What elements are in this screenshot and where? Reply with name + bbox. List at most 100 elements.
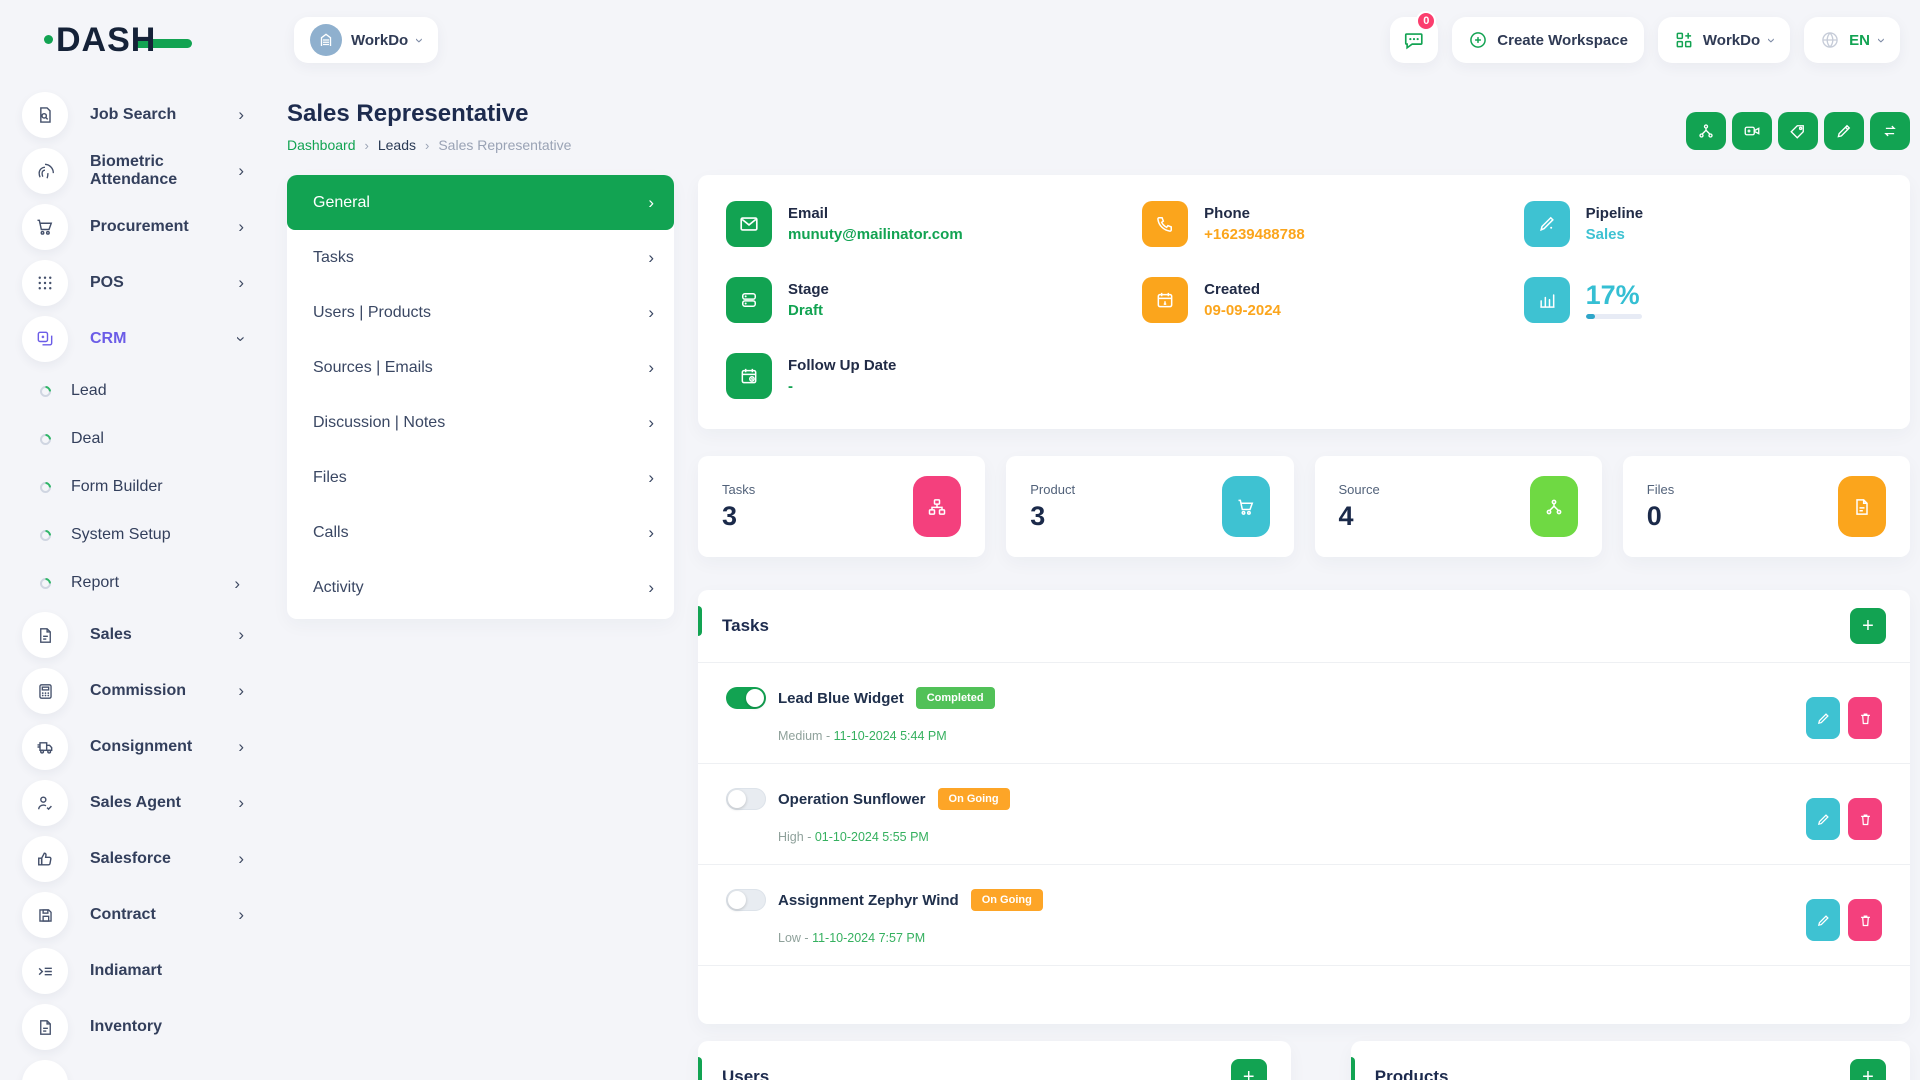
ring-icon (38, 384, 54, 400)
sidebar-subitem-system-setup[interactable]: System Setup (22, 516, 270, 555)
chevron-right-icon: › (648, 578, 654, 598)
lead-progress-bar (1586, 314, 1642, 319)
edit-task-button[interactable] (1806, 697, 1840, 739)
sidebar-item-procurement[interactable]: Procurement › (22, 204, 270, 250)
task-priority: High (778, 830, 804, 844)
task-name: Assignment Zephyr Wind (778, 892, 959, 909)
sidebar-item-inventory[interactable]: Inventory (22, 1004, 270, 1050)
lead-progress-value: 17% (1586, 282, 1642, 309)
field-created: Created 09-09-2024 (1142, 277, 1523, 323)
language-selector[interactable]: EN › (1804, 17, 1900, 63)
sidebar-item-label: Sales (90, 626, 132, 644)
tab-tasks[interactable]: Tasks › (287, 230, 674, 285)
sidebar-item-indiamart[interactable]: Indiamart (22, 948, 270, 994)
tasks-section: Tasks + Lead Blue Widget Completed Mediu… (698, 590, 1910, 1024)
field-value: - (788, 378, 896, 395)
messages-button[interactable]: 0 (1390, 17, 1438, 63)
field-progress: 17% (1524, 277, 1882, 323)
task-toggle[interactable] (726, 788, 766, 810)
sidebar-item-salesforce[interactable]: Salesforce › (22, 836, 270, 882)
tab-sources-emails[interactable]: Sources | Emails › (287, 340, 674, 395)
sidebar-item-commission[interactable]: Commission › (22, 668, 270, 714)
add-user-button[interactable]: + (1231, 1059, 1267, 1080)
workspace-menu-button[interactable]: WorkDo › (1658, 17, 1790, 63)
ring-icon (38, 576, 54, 592)
sidebar-item-consignment[interactable]: Consignment › (22, 724, 270, 770)
stat-label: Source (1339, 482, 1380, 497)
delete-task-button[interactable] (1848, 899, 1882, 941)
thumbs-up-icon (22, 836, 68, 882)
sidebar-item-sales-agent[interactable]: Sales Agent › (22, 780, 270, 826)
task-datetime: 11-10-2024 7:57 PM (812, 931, 925, 945)
task-toggle[interactable] (726, 889, 766, 911)
field-value: 09-09-2024 (1204, 302, 1281, 319)
sidebar-item-label: Job Search (90, 106, 176, 124)
stat-label: Files (1647, 482, 1674, 497)
video-call-button[interactable] (1732, 112, 1772, 150)
cart-icon (22, 204, 68, 250)
edit-button[interactable] (1824, 112, 1864, 150)
sidebar: Job Search › Biometric Attendance › Proc… (0, 80, 270, 1080)
task-datetime: 11-10-2024 5:44 PM (834, 729, 947, 743)
calendar-icon (1142, 277, 1188, 323)
sidebar-item-biometric-attendance[interactable]: Biometric Attendance › (22, 148, 270, 194)
sidebar-item-label: System Setup (71, 526, 171, 544)
add-task-button[interactable]: + (1850, 608, 1886, 644)
chevron-right-icon: › (648, 248, 654, 268)
chevron-right-icon: › (238, 105, 244, 125)
create-workspace-button[interactable]: Create Workspace (1452, 17, 1644, 63)
add-product-button[interactable]: + (1850, 1059, 1886, 1080)
sidebar-item-partial[interactable] (22, 1060, 270, 1080)
plus-icon: + (1243, 1066, 1255, 1080)
chevron-right-icon: › (648, 358, 654, 378)
chevron-right-icon: › (238, 161, 244, 181)
pen-icon (1524, 201, 1570, 247)
tab-activity[interactable]: Activity › (287, 560, 674, 615)
field-value: Sales (1586, 226, 1644, 243)
task-toggle[interactable] (726, 687, 766, 709)
edit-task-button[interactable] (1806, 798, 1840, 840)
sidebar-item-sales[interactable]: Sales › (22, 612, 270, 658)
sidebar-item-job-search[interactable]: Job Search › (22, 92, 270, 138)
breadcrumb-separator-icon: › (365, 138, 369, 153)
file-icon (22, 1060, 68, 1080)
breadcrumb-leads[interactable]: Leads (378, 137, 416, 153)
task-status-badge: On Going (971, 889, 1043, 911)
sidebar-item-contract[interactable]: Contract › (22, 892, 270, 938)
task-status-badge: Completed (916, 687, 995, 709)
field-value: Draft (788, 302, 829, 319)
workspace-selector[interactable]: WorkDo › (294, 17, 438, 63)
refresh-button[interactable] (1870, 112, 1910, 150)
tab-calls[interactable]: Calls › (287, 505, 674, 560)
section-title: Tasks (722, 616, 769, 636)
tab-discussion-notes[interactable]: Discussion | Notes › (287, 395, 674, 450)
task-status-badge: On Going (938, 788, 1010, 810)
bar-chart-icon (1524, 277, 1570, 323)
tab-general[interactable]: General › (287, 175, 674, 230)
tab-files[interactable]: Files › (287, 450, 674, 505)
workspace-selector-label: WorkDo (351, 32, 408, 49)
products-section: Products + iphone ($1,500.0) (1351, 1041, 1910, 1080)
sidebar-item-pos[interactable]: POS › (22, 260, 270, 306)
delete-task-button[interactable] (1848, 697, 1882, 739)
tab-label: Users | Products (313, 304, 431, 322)
sidebar-item-label: Salesforce (90, 850, 171, 868)
chevron-right-icon: › (648, 468, 654, 488)
sidebar-subitem-deal[interactable]: Deal (22, 420, 270, 459)
tab-users-products[interactable]: Users | Products › (287, 285, 674, 340)
field-label: Created (1204, 281, 1281, 298)
convert-to-deal-button[interactable] (1686, 112, 1726, 150)
delete-task-button[interactable] (1848, 798, 1882, 840)
breadcrumb-separator-icon: › (425, 138, 429, 153)
lead-tab-menu: General › Tasks › Users | Products › Sou… (287, 175, 674, 619)
sidebar-subitem-form-builder[interactable]: Form Builder (22, 468, 270, 507)
breadcrumb-dashboard[interactable]: Dashboard (287, 137, 356, 153)
sidebar-subitem-lead[interactable]: Lead (22, 372, 270, 411)
stat-files: Files 0 (1623, 456, 1910, 557)
labels-button[interactable] (1778, 112, 1818, 150)
chevron-right-icon: › (238, 625, 244, 645)
fingerprint-icon (22, 148, 68, 194)
sidebar-subitem-report[interactable]: Report › (22, 564, 270, 603)
edit-task-button[interactable] (1806, 899, 1840, 941)
sidebar-item-crm[interactable]: CRM › (22, 316, 270, 362)
